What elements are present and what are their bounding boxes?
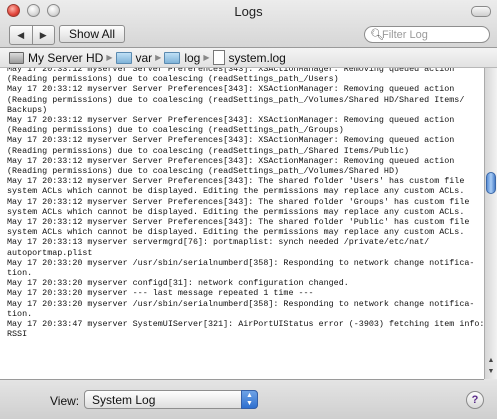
- log-line: May 17 20:33:47 myserver SystemUIServer[…: [7, 319, 484, 330]
- toolbar-toggle-button[interactable]: [471, 6, 491, 17]
- window-title: Logs: [234, 4, 263, 19]
- title-bar: Logs ◀ ▶ Show All 🔍︎: [0, 0, 497, 48]
- log-line: May 17 20:33:12 myserver Server Preferen…: [7, 68, 455, 74]
- path-bar: My Server HD ▶ var ▶ log ▶ system.log: [0, 48, 497, 68]
- back-button[interactable]: ◀: [10, 26, 33, 44]
- navigation-buttons: ◀ ▶: [9, 25, 55, 45]
- filter-log-input[interactable]: [382, 28, 482, 41]
- view-popup-button[interactable]: System Log ▲ ▼: [84, 390, 258, 409]
- log-line: (Reading permissions) due to coalescing …: [7, 74, 339, 85]
- log-line: RSSI: [7, 329, 28, 340]
- log-line: May 17 20:33:12 myserver Server Preferen…: [7, 176, 465, 187]
- log-line: (Reading permissions) due to coalescing …: [7, 145, 410, 156]
- footer-bar: View: System Log ▲ ▼ ?: [0, 380, 497, 419]
- logs-window: Logs ◀ ▶ Show All 🔍︎ My Server HD ▶ var …: [0, 0, 497, 419]
- log-line: system ACLs which cannot be displayed. E…: [7, 206, 465, 217]
- log-line: (Reading permissions) due to coalescing …: [7, 166, 400, 177]
- scrollbar-thumb[interactable]: [486, 172, 496, 194]
- view-label: View:: [50, 394, 80, 408]
- path-item-system-log[interactable]: system.log: [212, 50, 286, 65]
- log-line: May 17 20:33:12 myserver Server Preferen…: [7, 155, 455, 166]
- forward-arrow-icon: ▶: [39, 29, 47, 40]
- log-line: (Reading permissions) due to coalescing …: [7, 94, 465, 105]
- log-line: tion.: [7, 268, 33, 279]
- path-item-log[interactable]: log: [164, 51, 200, 65]
- log-line: tion.: [7, 308, 33, 319]
- path-item-label: My Server HD: [28, 50, 104, 65]
- folder-icon: [164, 51, 181, 64]
- log-line: (Reading permissions) due to coalescing …: [7, 125, 344, 136]
- path-item-label: var: [135, 50, 153, 65]
- log-line: May 17 20:33:12 myserver Server Preferen…: [7, 217, 470, 228]
- path-separator-icon: ▶: [203, 53, 210, 62]
- log-line: autoportmap.plist: [7, 247, 93, 258]
- hard-drive-icon: [9, 51, 24, 64]
- log-file-icon: [212, 50, 225, 65]
- log-line: May 17 20:33:12 myserver Server Preferen…: [7, 84, 455, 95]
- path-item-var[interactable]: var: [115, 50, 153, 65]
- scroll-down-arrow-icon[interactable]: ▼: [485, 366, 497, 377]
- folder-icon: [115, 51, 132, 64]
- log-line: May 17 20:33:13 myserver servermgrd[76]:…: [7, 237, 430, 248]
- log-line: May 17 20:33:20 myserver /usr/sbin/seria…: [7, 257, 475, 268]
- filter-log-search-field[interactable]: 🔍︎: [364, 26, 490, 43]
- log-line: Backups): [7, 104, 48, 115]
- log-line: May 17 20:33:12 myserver Server Preferen…: [7, 196, 470, 207]
- path-item-my-server-hd[interactable]: My Server HD: [0, 51, 103, 65]
- log-line: May 17 20:33:20 myserver configd[31]: ne…: [7, 278, 349, 289]
- popup-arrows-icon: ▲ ▼: [241, 390, 258, 409]
- path-item-label: system.log: [228, 50, 286, 65]
- view-selected-value: System Log: [92, 393, 156, 407]
- path-separator-icon: ▶: [106, 53, 113, 62]
- path-item-label: log: [184, 50, 201, 65]
- log-line: system ACLs which cannot be displayed. E…: [7, 186, 465, 197]
- log-line: May 17 20:33:12 myserver Server Preferen…: [7, 115, 455, 126]
- log-content-area[interactable]: May 17 20:33:12 myserver Server Preferen…: [0, 68, 484, 380]
- forward-button[interactable]: ▶: [33, 26, 55, 44]
- log-line: system ACLs which cannot be displayed. E…: [7, 227, 465, 238]
- log-line: May 17 20:33:20 myserver --- last messag…: [7, 288, 314, 299]
- scroll-up-arrow-icon[interactable]: ▲: [485, 355, 497, 366]
- show-all-button[interactable]: Show All: [59, 25, 125, 43]
- back-arrow-icon: ◀: [17, 29, 25, 40]
- log-text: May 17 20:33:12 myserver Server Preferen…: [0, 68, 484, 339]
- vertical-scrollbar[interactable]: ▲ ▼: [484, 68, 497, 379]
- log-line: May 17 20:33:12 myserver Server Preferen…: [7, 135, 455, 146]
- help-button[interactable]: ?: [466, 391, 484, 409]
- path-separator-icon: ▶: [155, 53, 162, 62]
- log-line: May 17 20:33:20 myserver /usr/sbin/seria…: [7, 298, 475, 309]
